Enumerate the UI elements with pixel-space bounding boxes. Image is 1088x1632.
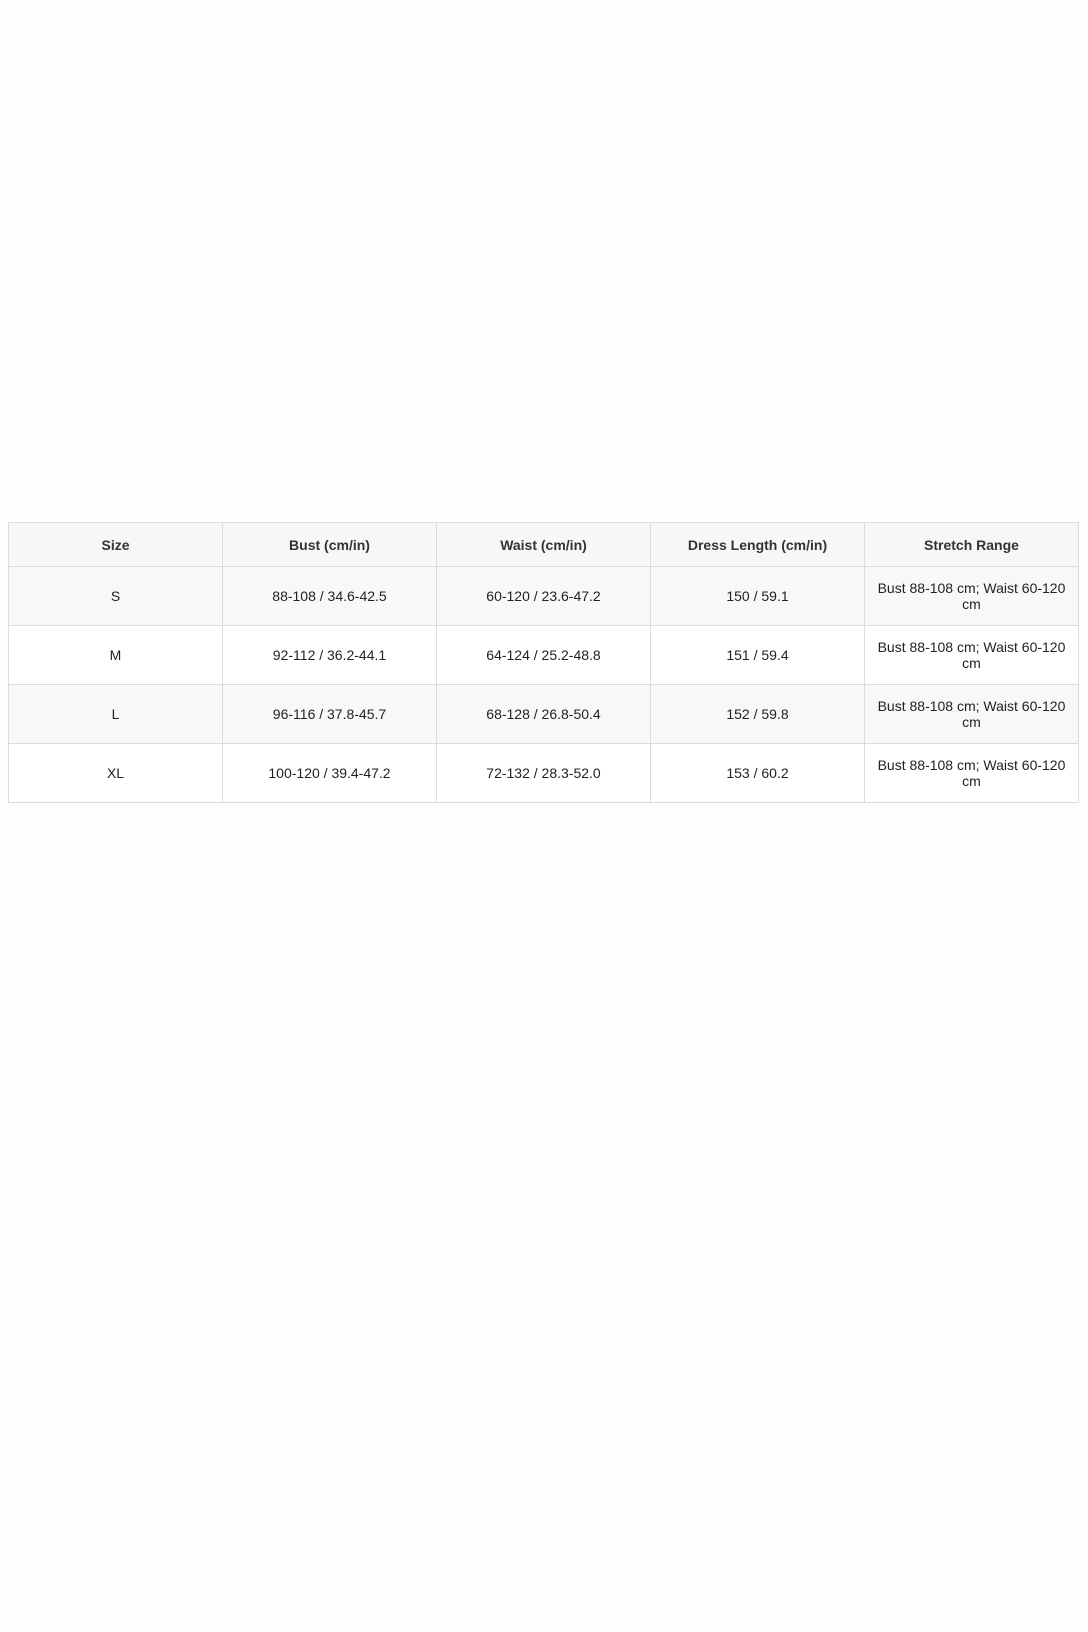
header-row: Size Bust (cm/in) Waist (cm/in) Dress Le… <box>8 522 1079 567</box>
cell-stretch-range: Bust 88-108 cm; Waist 60-120 cm <box>864 743 1079 803</box>
column-header-dress-length: Dress Length (cm/in) <box>650 522 865 567</box>
cell-dress-length: 151 / 59.4 <box>650 625 865 685</box>
cell-dress-length: 150 / 59.1 <box>650 566 865 626</box>
table-row: S 88-108 / 34.6-42.5 60-120 / 23.6-47.2 … <box>8 566 1079 626</box>
cell-stretch-range: Bust 88-108 cm; Waist 60-120 cm <box>864 625 1079 685</box>
cell-waist: 68-128 / 26.8-50.4 <box>436 684 651 744</box>
size-chart-table: Size Bust (cm/in) Waist (cm/in) Dress Le… <box>8 522 1079 803</box>
cell-size: S <box>8 566 223 626</box>
cell-waist: 72-132 / 28.3-52.0 <box>436 743 651 803</box>
cell-stretch-range: Bust 88-108 cm; Waist 60-120 cm <box>864 566 1079 626</box>
column-header-waist: Waist (cm/in) <box>436 522 651 567</box>
cell-size: M <box>8 625 223 685</box>
table-header: Size Bust (cm/in) Waist (cm/in) Dress Le… <box>8 522 1079 567</box>
column-header-stretch-range: Stretch Range <box>864 522 1079 567</box>
table-row: XL 100-120 / 39.4-47.2 72-132 / 28.3-52.… <box>8 743 1079 803</box>
cell-bust: 92-112 / 36.2-44.1 <box>222 625 437 685</box>
cell-dress-length: 152 / 59.8 <box>650 684 865 744</box>
column-header-bust: Bust (cm/in) <box>222 522 437 567</box>
cell-dress-length: 153 / 60.2 <box>650 743 865 803</box>
table-row: L 96-116 / 37.8-45.7 68-128 / 26.8-50.4 … <box>8 684 1079 744</box>
cell-bust: 88-108 / 34.6-42.5 <box>222 566 437 626</box>
cell-waist: 60-120 / 23.6-47.2 <box>436 566 651 626</box>
column-header-size: Size <box>8 522 223 567</box>
cell-size: XL <box>8 743 223 803</box>
cell-bust: 96-116 / 37.8-45.7 <box>222 684 437 744</box>
table-body: S 88-108 / 34.6-42.5 60-120 / 23.6-47.2 … <box>8 566 1079 803</box>
cell-stretch-range: Bust 88-108 cm; Waist 60-120 cm <box>864 684 1079 744</box>
cell-waist: 64-124 / 25.2-48.8 <box>436 625 651 685</box>
cell-size: L <box>8 684 223 744</box>
table-row: M 92-112 / 36.2-44.1 64-124 / 25.2-48.8 … <box>8 625 1079 685</box>
cell-bust: 100-120 / 39.4-47.2 <box>222 743 437 803</box>
